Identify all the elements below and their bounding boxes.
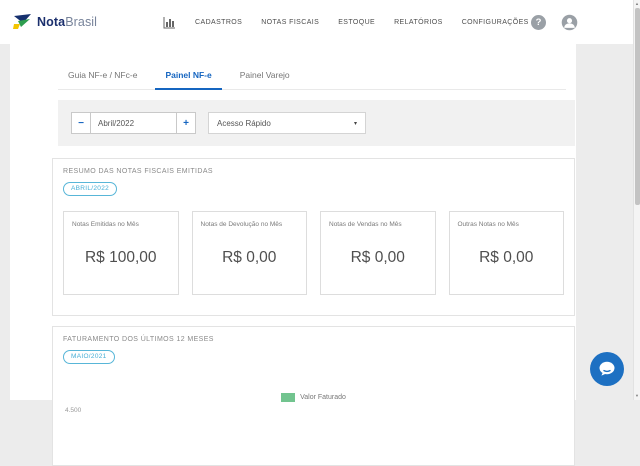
vertical-scrollbar[interactable]: ▲ ▼ (633, 0, 640, 400)
faturamento-card-title: FATURAMENTO DOS ÚLTIMOS 12 MESES (63, 336, 214, 343)
quick-access-select[interactable]: Acesso Rápido ▾ (208, 112, 366, 134)
stat-outras-notas: Outras Notas no Mês R$ 0,00 (448, 211, 564, 295)
brand-logo[interactable]: NotaBrasil (12, 13, 97, 32)
resumo-month-badge: ABRIL/2022 (63, 182, 118, 196)
stats-row: Notas Emitidas no Mês R$ 100,00 Notas de… (63, 211, 564, 295)
scroll-up-icon[interactable]: ▲ (634, 1, 640, 7)
notabrasil-logo-icon (13, 13, 31, 29)
nav-item-notas-fiscais[interactable]: NOTAS FISCAIS (261, 19, 319, 26)
quick-access-label: Acesso Rápido (217, 118, 271, 128)
month-prev-button[interactable]: − (71, 112, 91, 134)
faturamento-month-badge: MAIO/2021 (63, 350, 115, 364)
stat-notas-devolucao: Notas de Devolução no Mês R$ 0,00 (191, 211, 307, 295)
tab-painel-nfe[interactable]: Painel NF-e (155, 66, 222, 90)
bar-chart-icon[interactable] (163, 16, 176, 29)
filter-toolbar: − + Acesso Rápido ▾ (58, 100, 575, 146)
header-actions: ? (531, 14, 578, 31)
chat-bubble-icon[interactable] (590, 352, 624, 386)
resumo-card: RESUMO DAS NOTAS FISCAIS EMITIDAS ABRIL/… (52, 158, 575, 316)
nav-item-relatorios[interactable]: RELATÓRIOS (394, 19, 443, 26)
app-header: NotaBrasil CADASTROS NOTAS FISCAIS ESTOQ… (0, 0, 640, 44)
stat-notas-vendas: Notas de Vendas no Mês R$ 0,00 (320, 211, 436, 295)
faturamento-card: FATURAMENTO DOS ÚLTIMOS 12 MESES MAIO/20… (52, 326, 575, 466)
chart-legend: Valor Faturado (63, 393, 564, 402)
month-input[interactable] (91, 112, 176, 134)
resumo-card-title: RESUMO DAS NOTAS FISCAIS EMITIDAS (63, 168, 213, 175)
tab-painel-varejo[interactable]: Painel Varejo (230, 66, 300, 90)
main-nav: CADASTROS NOTAS FISCAIS ESTOQUE RELATÓRI… (163, 16, 529, 29)
brand-name: NotaBrasil (37, 15, 98, 29)
stat-notas-emitidas: Notas Emitidas no Mês R$ 100,00 (63, 211, 179, 295)
legend-swatch-valor-faturado (281, 393, 296, 402)
month-next-button[interactable]: + (176, 112, 196, 134)
y-axis-tick: 4.500 (65, 407, 82, 414)
help-icon[interactable]: ? (531, 14, 546, 30)
user-avatar-icon[interactable] (561, 14, 578, 31)
tab-bar: Guia NF-e / NFc-e Painel NF-e Painel Var… (58, 44, 566, 90)
nav-item-estoque[interactable]: ESTOQUE (338, 19, 375, 26)
nav-item-configuracoes[interactable]: CONFIGURAÇÕES (462, 19, 529, 26)
scroll-down-icon[interactable]: ▼ (634, 393, 640, 399)
month-stepper: − + (71, 112, 196, 134)
scrollbar-thumb[interactable] (635, 8, 640, 205)
chevron-down-icon: ▾ (353, 120, 357, 127)
main-panel: Guia NF-e / NFc-e Painel NF-e Painel Var… (10, 44, 576, 466)
nav-item-cadastros[interactable]: CADASTROS (195, 19, 242, 26)
tab-guia-nfe-nfce[interactable]: Guia NF-e / NFc-e (58, 66, 147, 90)
